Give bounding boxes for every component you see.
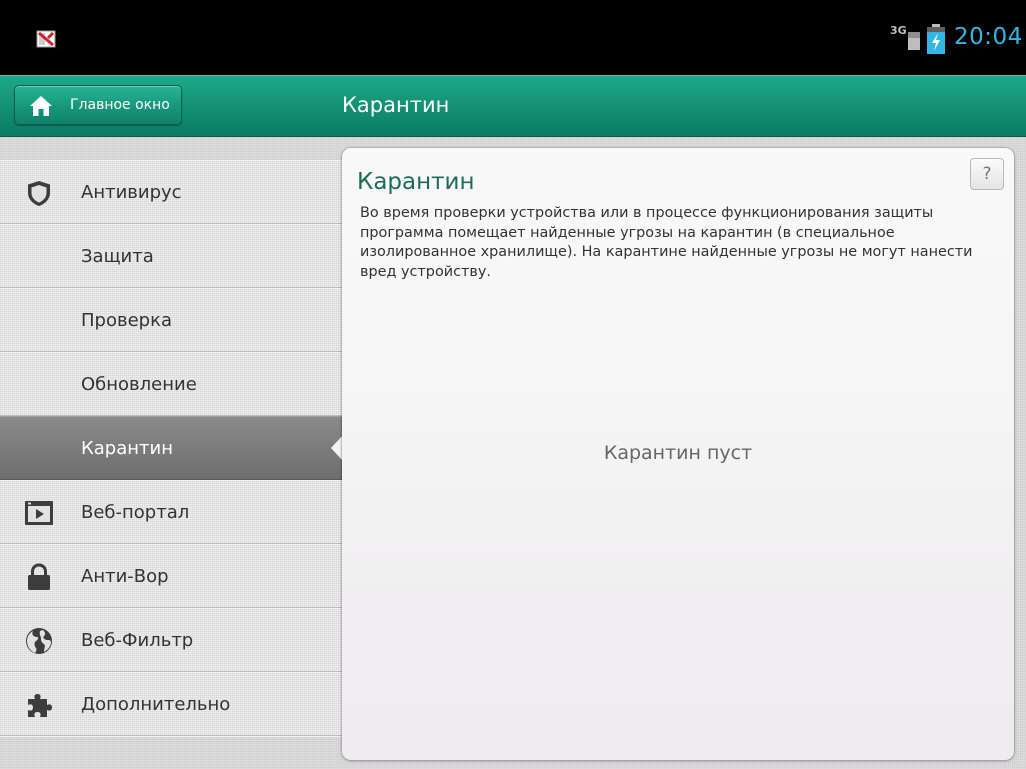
sidebar-item-label: Веб-Фильтр <box>81 630 194 651</box>
sidebar-item-additional[interactable]: Дополнительно <box>0 672 342 736</box>
sidebar-item-label: Проверка <box>81 310 172 331</box>
lock-icon <box>28 563 50 590</box>
sidebar-item-label: Защита <box>81 246 154 267</box>
app-screen: 3G 20:04 Главное окно Карантин Антивирус… <box>0 0 1026 769</box>
sidebar: Антивирус Защита Проверка Обновление Кар… <box>0 160 343 766</box>
sidebar-tail <box>0 736 342 766</box>
help-button[interactable]: ? <box>970 158 1004 190</box>
sidebar-item-web-portal[interactable]: Веб-портал <box>0 480 342 544</box>
battery-charging-icon <box>927 24 945 54</box>
home-button-label: Главное окно <box>70 97 170 113</box>
clock: 20:04 <box>954 24 1023 50</box>
content-panel: ? Карантин Во время проверки устройства … <box>342 148 1014 760</box>
sidebar-item-antivirus[interactable]: Антивирус <box>0 160 342 224</box>
sidebar-item-web-filter[interactable]: Веб-Фильтр <box>0 608 342 672</box>
sidebar-item-anti-theft[interactable]: Анти-Вор <box>0 544 342 608</box>
shield-icon <box>28 181 50 206</box>
sidebar-item-label: Анти-Вор <box>81 566 169 587</box>
sidebar-item-label: Обновление <box>81 374 197 395</box>
sidebar-item-label: Антивирус <box>81 182 182 203</box>
network-icon: 3G <box>890 24 922 50</box>
sidebar-item-label: Карантин <box>81 438 173 459</box>
home-icon <box>30 96 52 116</box>
sidebar-item-protection[interactable]: Защита <box>0 224 342 288</box>
home-button[interactable]: Главное окно <box>14 85 182 125</box>
page-title: Карантин <box>342 93 450 117</box>
panel-title: Карантин <box>357 169 475 195</box>
sidebar-item-label: Веб-портал <box>81 502 190 523</box>
kaspersky-icon <box>36 30 56 48</box>
sidebar-item-label: Дополнительно <box>81 694 231 715</box>
sidebar-item-scan[interactable]: Проверка <box>0 288 342 352</box>
signal-bars-icon <box>908 32 920 50</box>
sidebar-item-quarantine[interactable]: Карантин <box>0 416 343 480</box>
globe-icon <box>26 628 52 654</box>
panel-description: Во время проверки устройства или в проце… <box>360 205 973 280</box>
puzzle-icon <box>28 694 52 717</box>
sidebar-item-update[interactable]: Обновление <box>0 352 342 416</box>
empty-quarantine-message: Карантин пуст <box>603 442 753 464</box>
app-header: Главное окно Карантин <box>0 75 1026 137</box>
status-bar: 3G 20:04 <box>0 0 1026 75</box>
web-portal-icon <box>25 501 53 525</box>
